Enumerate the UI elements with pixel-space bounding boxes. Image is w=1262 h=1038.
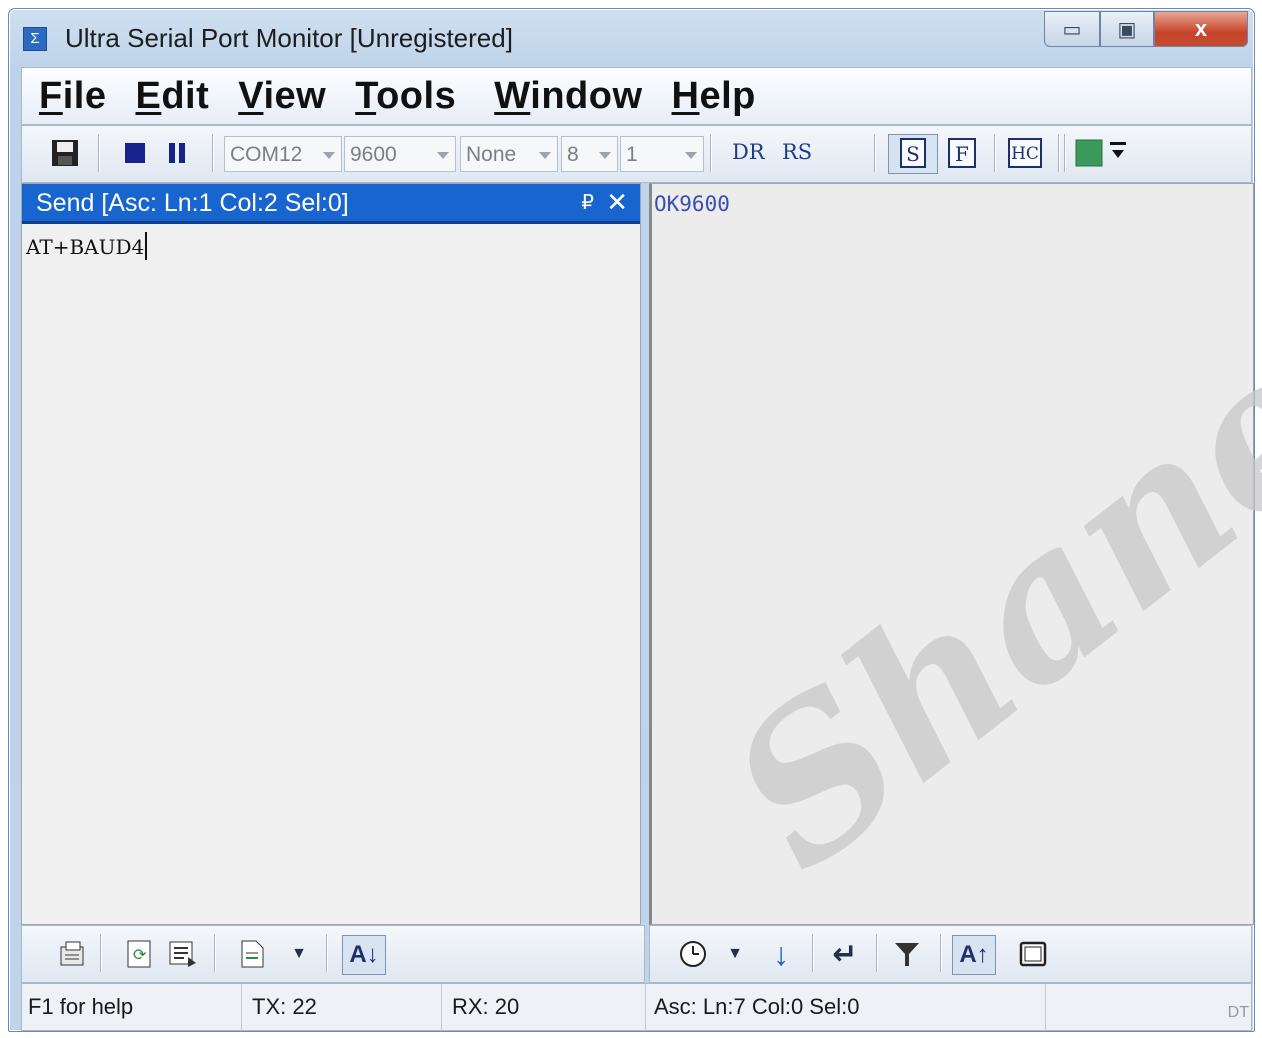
status-rx: RX: 20 xyxy=(442,984,646,1030)
status-tx: TX: 22 xyxy=(242,984,442,1030)
s-button[interactable]: S xyxy=(900,138,926,168)
app-icon[interactable]: Σ xyxy=(23,27,47,51)
chevron-down-icon xyxy=(323,152,335,159)
color-picker-button[interactable] xyxy=(1074,134,1130,172)
menu-file-label: ile xyxy=(62,74,107,117)
maximize-button[interactable]: ▣ xyxy=(1100,11,1154,47)
databits-value: 8 xyxy=(567,143,579,166)
menu-edit-accel: E xyxy=(135,74,162,117)
chevron-down-icon xyxy=(539,152,551,159)
menu-help[interactable]: Help xyxy=(672,75,756,118)
menu-help-accel: H xyxy=(671,74,700,117)
save-icon[interactable] xyxy=(48,134,82,172)
status-bar: F1 for help TX: 22 RX: 20 Asc: Ln:7 Col:… xyxy=(21,983,1252,1031)
filter-icon[interactable] xyxy=(888,935,926,973)
text-caret xyxy=(145,232,148,260)
databits-select[interactable]: 8 xyxy=(561,136,618,172)
line-wrap-icon[interactable]: ↵ xyxy=(826,935,864,973)
menu-view-accel: V xyxy=(238,74,264,117)
pin-icon[interactable]: ₽ xyxy=(581,184,594,222)
menu-edit-label: dit xyxy=(161,74,210,117)
menu-edit[interactable]: Edit xyxy=(135,75,209,118)
pause-icon[interactable] xyxy=(162,134,192,172)
properties-icon[interactable] xyxy=(54,935,92,973)
status-position: Asc: Ln:7 Col:0 Sel:0 xyxy=(646,984,1046,1030)
menu-window[interactable]: Window xyxy=(494,75,642,118)
resize-grip[interactable]: DT xyxy=(1228,1004,1249,1022)
send-pane-header[interactable]: Send [Asc: Ln:1 Col:2 Sel:0] ₽ ✕ xyxy=(22,184,640,224)
refresh-icon[interactable]: ⟳ xyxy=(120,935,158,973)
dr-button[interactable]: DR xyxy=(732,140,765,164)
arrow-down-icon[interactable]: ↓ xyxy=(762,935,800,973)
baud-select[interactable]: 9600 xyxy=(344,136,456,172)
send-pane-title: Send [Asc: Ln:1 Col:2 Sel:0] xyxy=(36,189,349,217)
stopbits-value: 1 xyxy=(626,143,638,166)
send-pane: Send [Asc: Ln:1 Col:2 Sel:0] ₽ ✕ AT+BAUD… xyxy=(21,183,641,925)
send-file-icon[interactable] xyxy=(164,935,202,973)
rs-button[interactable]: RS xyxy=(782,140,812,164)
chevron-down-icon xyxy=(685,152,697,159)
app-window: Σ Ultra Serial Port Monitor [Unregistere… xyxy=(8,8,1262,1032)
dropdown-arrow-icon[interactable]: ▼ xyxy=(280,935,318,973)
receive-toolbar: ▼ ↓ ↵ A↑ xyxy=(649,925,1252,983)
menu-tools-accel: T xyxy=(355,74,377,117)
clock-icon[interactable] xyxy=(674,935,712,973)
chevron-down-icon xyxy=(599,152,611,159)
sort-ascending-icon[interactable]: A↓ xyxy=(342,935,386,975)
sort-descending-icon[interactable]: A↑ xyxy=(952,935,996,975)
dropdown-arrow-icon[interactable]: ▼ xyxy=(716,935,754,973)
main-toolbar: COM12 9600 None 8 1 DR RS S F HC xyxy=(21,125,1252,183)
f-button[interactable]: F xyxy=(948,138,976,168)
window-frame-icon[interactable] xyxy=(1014,935,1052,973)
window-controls: ▭ ▣ x xyxy=(1044,11,1248,47)
baud-value: 9600 xyxy=(350,143,397,166)
svg-text:⟳: ⟳ xyxy=(133,947,147,964)
hc-button[interactable]: HC xyxy=(1008,138,1042,168)
window-title: Ultra Serial Port Monitor [Unregistered] xyxy=(65,23,513,53)
menu-help-label: elp xyxy=(699,74,756,117)
minimize-button[interactable]: ▭ xyxy=(1044,11,1100,47)
menu-tools[interactable]: Tools xyxy=(355,75,456,118)
stopbits-select[interactable]: 1 xyxy=(620,136,704,172)
parity-value: None xyxy=(466,143,517,166)
receive-pane[interactable]: OK9600 xyxy=(649,183,1254,925)
menu-file-accel: F xyxy=(39,74,63,117)
menu-window-label: indow xyxy=(530,74,643,117)
close-pane-icon[interactable]: ✕ xyxy=(606,183,628,221)
chevron-down-icon xyxy=(437,152,449,159)
port-value: COM12 xyxy=(230,143,303,166)
menu-view-label: iew xyxy=(263,74,327,117)
close-window-button[interactable]: x xyxy=(1154,11,1248,47)
parity-select[interactable]: None xyxy=(460,136,558,172)
receive-text: OK9600 xyxy=(654,192,730,216)
document-icon[interactable] xyxy=(234,935,272,973)
menu-view[interactable]: View xyxy=(238,75,326,118)
send-text: AT+BAUD4 xyxy=(26,235,145,259)
menu-window-accel: W xyxy=(494,74,531,117)
status-help: F1 for help xyxy=(22,984,242,1030)
port-select[interactable]: COM12 xyxy=(224,136,342,172)
menu-bar: File Edit View Tools Window Help xyxy=(21,67,1252,125)
menu-tools-label: ools xyxy=(376,74,457,117)
send-editor[interactable]: AT+BAUD4 xyxy=(26,232,148,260)
title-bar[interactable]: Σ Ultra Serial Port Monitor [Unregistere… xyxy=(9,9,1254,67)
menu-file[interactable]: File xyxy=(39,75,106,118)
send-toolbar: ⟳ ▼ A↓ xyxy=(21,925,645,983)
stop-icon[interactable] xyxy=(120,134,150,172)
